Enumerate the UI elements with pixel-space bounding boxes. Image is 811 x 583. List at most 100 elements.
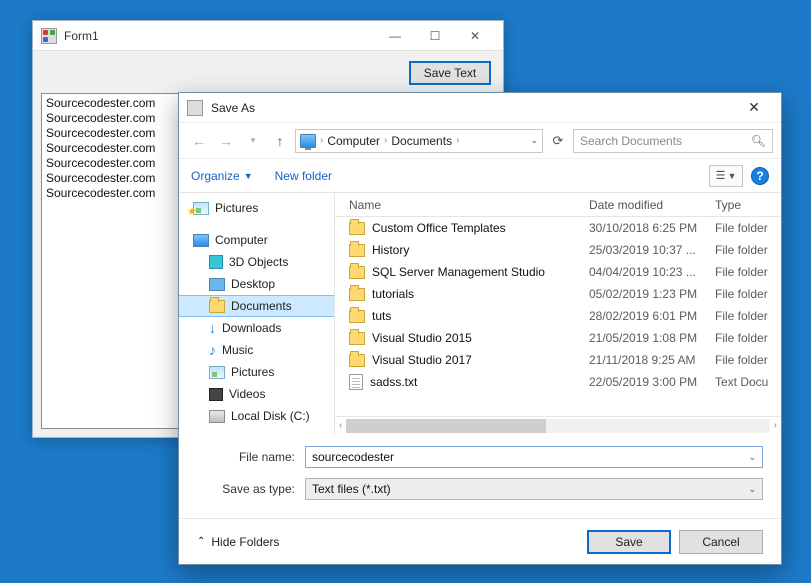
file-list: Name Date modified Type Custom Office Te… [335,193,781,434]
search-icon: 🔍︎ [751,134,766,148]
documents-icon [209,300,225,313]
saveas-app-icon [187,100,203,116]
computer-icon [193,234,209,247]
tree-pictures[interactable]: Pictures [179,361,334,383]
action-bar: ⌃ Hide Folders Save Cancel [179,518,781,564]
file-type: File folder [715,243,781,257]
scroll-right-icon[interactable]: › [774,420,777,431]
tree-local-disk[interactable]: Local Disk (C:) [179,405,334,427]
file-type: File folder [715,309,781,323]
col-type[interactable]: Type [715,198,781,212]
close-button[interactable]: ✕ [455,23,495,49]
save-text-button[interactable]: Save Text [409,61,491,85]
breadcrumb-folder[interactable]: Documents [391,134,452,148]
form1-titlebar[interactable]: Form1 — ☐ ✕ [33,21,503,51]
file-name-input[interactable]: sourcecodester⌄ [305,446,763,468]
file-type: File folder [715,287,781,301]
tree-3d-objects[interactable]: 3D Objects [179,251,334,273]
file-name: History [372,243,409,257]
file-type: File folder [715,265,781,279]
3d-objects-icon [209,255,223,269]
view-options-button[interactable]: ☰ ▼ [709,165,743,187]
chevron-down-icon[interactable]: ⌄ [748,484,756,495]
col-date[interactable]: Date modified [589,198,715,212]
chevron-right-icon: › [456,135,459,146]
saveas-titlebar[interactable]: Save As ✕ [179,93,781,123]
pin-icon: ★ [187,205,197,218]
tree-desktop[interactable]: Desktop [179,273,334,295]
help-button[interactable]: ? [751,167,769,185]
file-type: Text Docu [715,375,781,389]
nav-tree[interactable]: ★Pictures Computer 3D Objects Desktop Do… [179,193,335,434]
tree-downloads[interactable]: ↓Downloads [179,317,334,339]
tree-pictures-quick[interactable]: ★Pictures [179,197,334,219]
h-scrollbar[interactable]: ‹ › [335,416,781,434]
folder-icon [349,222,365,235]
address-bar[interactable]: › Computer › Documents › ⌄ [295,129,543,153]
save-button[interactable]: Save [587,530,671,554]
organize-button[interactable]: Organize▼ [191,169,253,183]
file-rows: Custom Office Templates30/10/2018 6:25 P… [335,217,781,416]
col-name[interactable]: Name [335,198,589,212]
folder-icon [349,244,365,257]
videos-icon [209,388,223,401]
table-row[interactable]: sadss.txt 22/05/2019 3:00 PMText Docu [335,371,781,393]
tree-videos[interactable]: Videos [179,383,334,405]
chevron-down-icon: ▼ [244,171,253,181]
file-date: 04/04/2019 10:23 ... [589,265,715,279]
scroll-track[interactable] [346,419,769,433]
form1-title: Form1 [64,29,375,43]
file-date: 22/05/2019 3:00 PM [589,375,715,389]
text-file-icon [349,374,363,390]
cancel-button[interactable]: Cancel [679,530,763,554]
folder-icon [349,354,365,367]
saveas-dialog: Save As ✕ ← → ▾ ↑ › Computer › Documents… [178,92,782,565]
chevron-down-icon[interactable]: ⌄ [748,452,756,463]
table-row[interactable]: tutorials 05/02/2019 1:23 PMFile folder [335,283,781,305]
minimize-button[interactable]: — [375,23,415,49]
scroll-left-icon[interactable]: ‹ [339,420,342,431]
form1-app-icon [41,28,57,44]
file-date: 05/02/2019 1:23 PM [589,287,715,301]
main-pane: ★Pictures Computer 3D Objects Desktop Do… [179,193,781,434]
table-row[interactable]: tuts28/02/2019 6:01 PMFile folder [335,305,781,327]
computer-icon [300,134,316,148]
refresh-button[interactable]: ⟳ [546,129,570,153]
tree-computer[interactable]: Computer [179,229,334,251]
file-list-header[interactable]: Name Date modified Type [335,193,781,217]
scroll-thumb[interactable] [346,419,546,433]
file-name: Visual Studio 2015 [372,331,472,345]
up-button[interactable]: ↑ [268,129,292,153]
tree-documents[interactable]: Documents [179,295,334,317]
file-date: 30/10/2018 6:25 PM [589,221,715,235]
file-name: sadss.txt [370,375,417,389]
addr-dropdown[interactable]: ⌄ [530,135,538,146]
table-row[interactable]: Custom Office Templates30/10/2018 6:25 P… [335,217,781,239]
music-icon: ♪ [209,342,216,358]
folder-icon [349,332,365,345]
disk-icon [209,410,225,423]
file-type: File folder [715,331,781,345]
chevron-right-icon: › [384,135,387,146]
table-row[interactable]: Visual Studio 2015 21/05/2019 1:08 PMFile… [335,327,781,349]
close-icon[interactable]: ✕ [735,96,773,120]
search-input[interactable]: Search Documents 🔍︎ [573,129,773,153]
desktop-icon [209,278,225,291]
recent-locations[interactable]: ▾ [241,129,265,153]
table-row[interactable]: SQL Server Management Studio04/04/2019 1… [335,261,781,283]
file-name: tutorials [372,287,414,301]
tree-music[interactable]: ♪Music [179,339,334,361]
table-row[interactable]: Visual Studio 201721/11/2018 9:25 AMFile… [335,349,781,371]
table-row[interactable]: History25/03/2019 10:37 ...File folder [335,239,781,261]
forward-button[interactable]: → [214,129,238,153]
folder-icon [349,288,365,301]
chevron-up-icon: ⌃ [197,536,205,547]
hide-folders-button[interactable]: ⌃ Hide Folders [197,535,279,549]
back-button[interactable]: ← [187,129,211,153]
save-type-select[interactable]: Text files (*.txt)⌄ [305,478,763,500]
toolbar: Organize▼ New folder ☰ ▼ ? [179,159,781,193]
file-date: 21/05/2019 1:08 PM [589,331,715,345]
maximize-button[interactable]: ☐ [415,23,455,49]
breadcrumb-root[interactable]: Computer [327,134,380,148]
new-folder-button[interactable]: New folder [275,169,332,183]
